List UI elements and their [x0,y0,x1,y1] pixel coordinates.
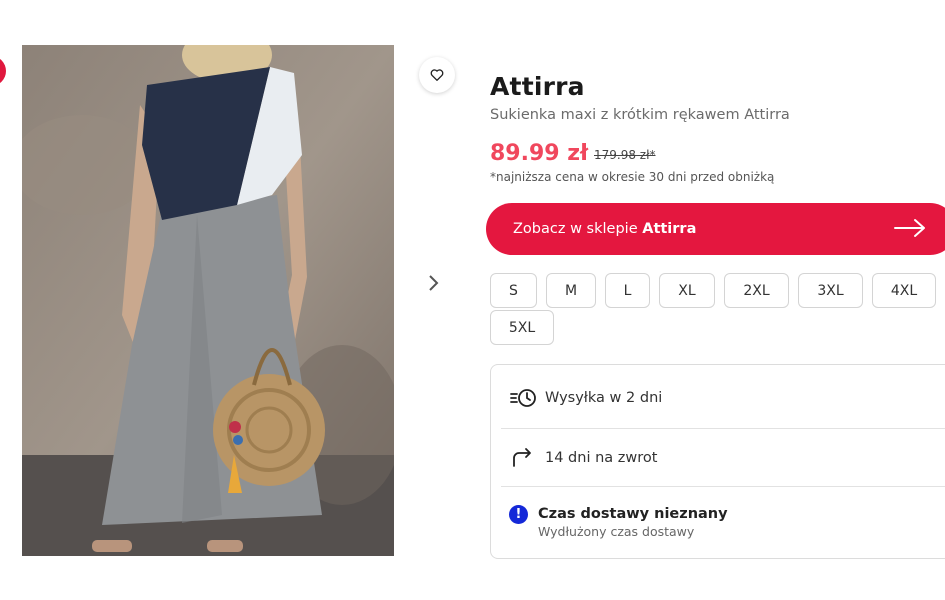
delivery-time-subtitle: Wydłużony czas dostawy [538,524,695,539]
return-arrow-icon [513,448,531,467]
divider [501,428,945,429]
current-price: 89.99 zł [490,141,589,166]
divider [501,486,945,487]
brand-name: Attirra [490,72,585,101]
returns-text: 14 dni na zwrot [545,450,658,466]
old-price: 179.98 zł* [594,148,656,162]
next-image-button[interactable] [421,270,447,296]
size-option[interactable]: L [605,273,650,308]
shipping-row: Wysyłka w 2 dni [491,385,945,411]
shop-button-label: Zobacz w sklepie Attirra [513,221,696,237]
size-option[interactable]: XL [659,273,715,308]
fast-clock-icon [510,389,536,407]
size-option[interactable]: M [546,273,596,308]
delivery-time-title: Czas dostawy nieznany [538,506,728,522]
size-option[interactable]: S [490,273,537,308]
size-option[interactable]: 2XL [724,273,789,308]
favorite-button[interactable] [419,57,455,93]
delivery-info-box: Wysyłka w 2 dni 14 dni na zwrot ! Czas d… [490,364,945,559]
heart-icon [430,69,444,81]
view-in-shop-button[interactable]: Zobacz w sklepie Attirra [486,203,945,255]
size-option[interactable]: 4XL [872,273,936,308]
shipping-text: Wysyłka w 2 dni [545,390,663,406]
price-note: *najniższa cena w okresie 30 dni przed o… [490,170,775,184]
exclamation-icon: ! [509,505,528,524]
shop-button-prefix: Zobacz w sklepie [513,221,638,237]
size-selector: S M L XL 2XL 3XL 4XL 5XL [490,273,945,345]
product-title: Sukienka maxi z krótkim rękawem Attirra [490,107,790,123]
product-image[interactable] [22,45,394,556]
size-option[interactable]: 5XL [490,310,554,345]
promo-badge [0,56,6,86]
shop-button-shop: Attirra [642,221,697,237]
size-option[interactable]: 3XL [798,273,863,308]
chevron-right-icon [429,275,439,291]
returns-row: 14 dni na zwrot [491,445,945,471]
arrow-right-icon [894,219,925,237]
